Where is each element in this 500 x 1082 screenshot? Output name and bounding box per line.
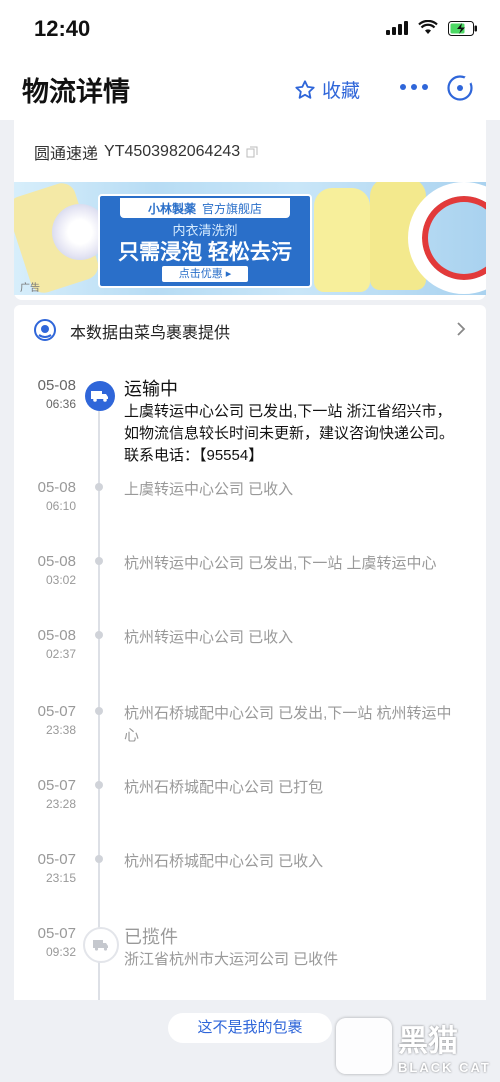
battery-charging-icon (448, 20, 477, 36)
banner-brand: 小林製薬 (147, 201, 196, 216)
nav-header: 物流详情 收藏 (0, 56, 500, 120)
event-status: 运输中 (124, 379, 178, 399)
ad-banner[interactable]: 小林製薬 官方旗舰店 内衣清洗剂 只需浸泡 轻松去污 点击优惠 ▸ 广告 (14, 182, 486, 295)
timeline-dot (95, 557, 103, 565)
tracking-timeline: 05-08 06:36 运输中 上虞转运中心公司 已发出,下一站 浙江省绍兴市，… (14, 355, 486, 1000)
chevron-right-icon (457, 322, 466, 336)
timeline-dot (95, 631, 103, 639)
watermark: 黑猫 BLACK CAT (336, 1016, 491, 1075)
timeline-dot (95, 707, 103, 715)
more-button[interactable] (396, 70, 432, 104)
event-description: 杭州石桥城配中心公司 已发出,下一站 杭州转运中心 (124, 705, 452, 744)
event-date: 05-08 (37, 377, 76, 394)
cainiao-logo-icon (34, 319, 56, 341)
star-icon (295, 79, 315, 99)
event-description: 上虞转运中心公司 已收入 (124, 481, 294, 498)
event-description: 杭州转运中心公司 已收入 (124, 629, 294, 646)
event-time: 02:37 (45, 647, 76, 661)
watermark-text: 黑猫 BLACK CAT (398, 1016, 491, 1075)
event-time: 03:02 (45, 573, 76, 587)
timeline-dot (95, 781, 103, 789)
event-time: 23:15 (45, 871, 76, 885)
event-time: 23:38 (45, 723, 76, 737)
wifi-icon (418, 20, 438, 34)
tracking-card: 圆通速递 YT4503982064243 小林製薬 官方旗舰店 内衣清洗剂 只需… (14, 120, 486, 300)
product-bottle-image (314, 188, 370, 292)
watermark-english: BLACK CAT (398, 1060, 491, 1075)
status-bar: 12:40 (0, 0, 500, 56)
event-date: 05-07 (37, 925, 76, 942)
banner-text-box: 小林製薬 官方旗舰店 内衣清洗剂 只需浸泡 轻松去污 点击优惠 ▸ (98, 194, 312, 288)
timeline-line (98, 385, 100, 1000)
event-date: 05-07 (37, 703, 76, 720)
event-time: 06:36 (45, 397, 76, 411)
event-description: 杭州石桥城配中心公司 已收入 (124, 853, 324, 870)
event-description: 杭州转运中心公司 已发出,下一站 上虞转运中心 (124, 555, 437, 572)
not-my-package-button[interactable]: 这不是我的包裹 (168, 1013, 332, 1043)
page-title: 物流详情 (22, 77, 130, 107)
event-description: 杭州石桥城配中心公司 已打包 (124, 779, 324, 796)
tracking-number-row[interactable]: 圆通速递 YT4503982064243 (34, 140, 258, 164)
carrier-name: 圆通速递 (34, 146, 99, 163)
event-date: 05-07 (37, 851, 76, 868)
event-description: 上虞转运中心公司 已发出,下一站 浙江省绍兴市，如物流信息较长时间未更新，建议咨… (124, 403, 455, 464)
data-provider-row[interactable]: 本数据由菜鸟裹裹提供 (14, 305, 486, 356)
event-date: 05-08 (37, 553, 76, 570)
copy-icon[interactable] (246, 146, 258, 158)
event-date: 05-08 (37, 479, 76, 496)
package-icon (83, 927, 119, 963)
close-mini-program-icon[interactable] (446, 74, 474, 102)
event-date: 05-08 (37, 627, 76, 644)
status-time: 12:40 (34, 16, 91, 41)
banner-store: 官方旗舰店 (202, 201, 263, 216)
event-content: 运输中 上虞转运中心公司 已发出,下一站 浙江省绍兴市，如物流信息较长时间未更新… (124, 377, 464, 467)
favorite-button[interactable]: 收藏 (294, 76, 360, 103)
event-date: 05-07 (37, 777, 76, 794)
signal-icon (386, 21, 408, 35)
banner-headline: 只需浸泡 轻松去污 (118, 241, 292, 264)
event-time: 23:28 (45, 797, 76, 811)
timeline-dot (95, 483, 103, 491)
favorite-label: 收藏 (322, 81, 361, 102)
banner-cta-label: 点击优惠 (178, 268, 223, 280)
timeline-dot (95, 855, 103, 863)
tracking-number: YT4503982064243 (104, 143, 241, 160)
black-cat-logo-icon (336, 1017, 392, 1074)
more-dots-icon (400, 84, 428, 90)
banner-cta-button[interactable]: 点击优惠 ▸ (162, 266, 248, 282)
event-description: 浙江省杭州市大运河公司 已收件 (124, 951, 339, 968)
event-content: 已揽件 浙江省杭州市大运河公司 已收件 (124, 925, 464, 971)
watermark-name: 黑猫 (398, 1025, 458, 1058)
ad-tag: 广告 (20, 283, 40, 294)
event-status: 已揽件 (124, 927, 178, 947)
status-icons (386, 20, 478, 36)
event-time: 06:10 (45, 499, 76, 513)
truck-icon (85, 381, 115, 411)
provider-text: 本数据由菜鸟裹裹提供 (70, 325, 231, 342)
event-time: 09:32 (45, 945, 76, 959)
banner-brand-bar: 小林製薬 官方旗舰店 (120, 198, 290, 218)
